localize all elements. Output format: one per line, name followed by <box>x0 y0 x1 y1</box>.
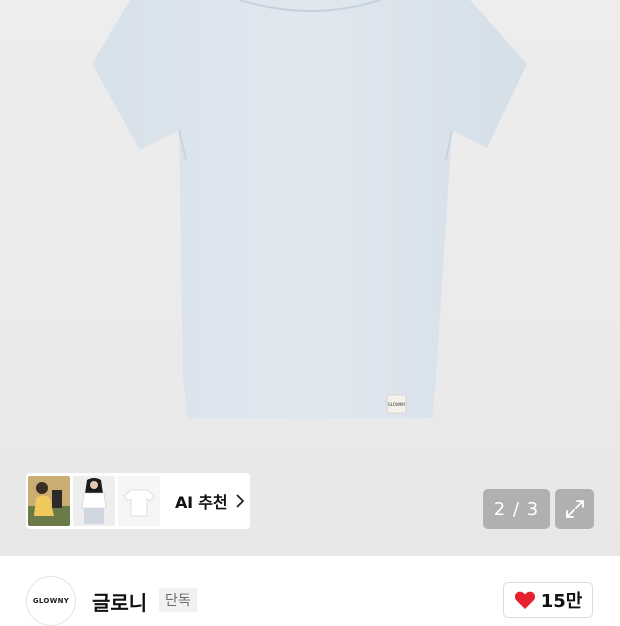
expand-image-button[interactable] <box>555 489 594 529</box>
ai-thumbnail-1[interactable] <box>28 476 70 526</box>
brand-name[interactable]: 글로니 <box>92 587 147 616</box>
brand-logo[interactable]: GLOWNY <box>26 576 76 626</box>
product-image-gallery[interactable]: GLOWNY AI 추천 2 / 3 <box>0 0 620 556</box>
ai-thumbnail-3[interactable] <box>118 476 160 526</box>
brand-row: GLOWNY 글로니 단독 15만 <box>0 556 620 626</box>
ai-recommend-label: AI 추천 <box>175 493 228 512</box>
chevron-right-icon <box>235 494 245 508</box>
heart-icon <box>514 591 535 609</box>
exclusive-badge: 단독 <box>159 588 197 612</box>
like-count: 15만 <box>540 591 583 612</box>
ai-thumbnail-2[interactable] <box>73 476 115 526</box>
ai-recommend-card[interactable]: AI 추천 <box>26 473 250 529</box>
image-page-indicator: 2 / 3 <box>483 489 550 529</box>
like-button[interactable]: 15만 <box>503 582 593 618</box>
brand-logo-text: GLOWNY <box>32 597 70 605</box>
expand-icon <box>565 500 584 518</box>
garment-label-text: GLOWNY <box>388 402 406 407</box>
